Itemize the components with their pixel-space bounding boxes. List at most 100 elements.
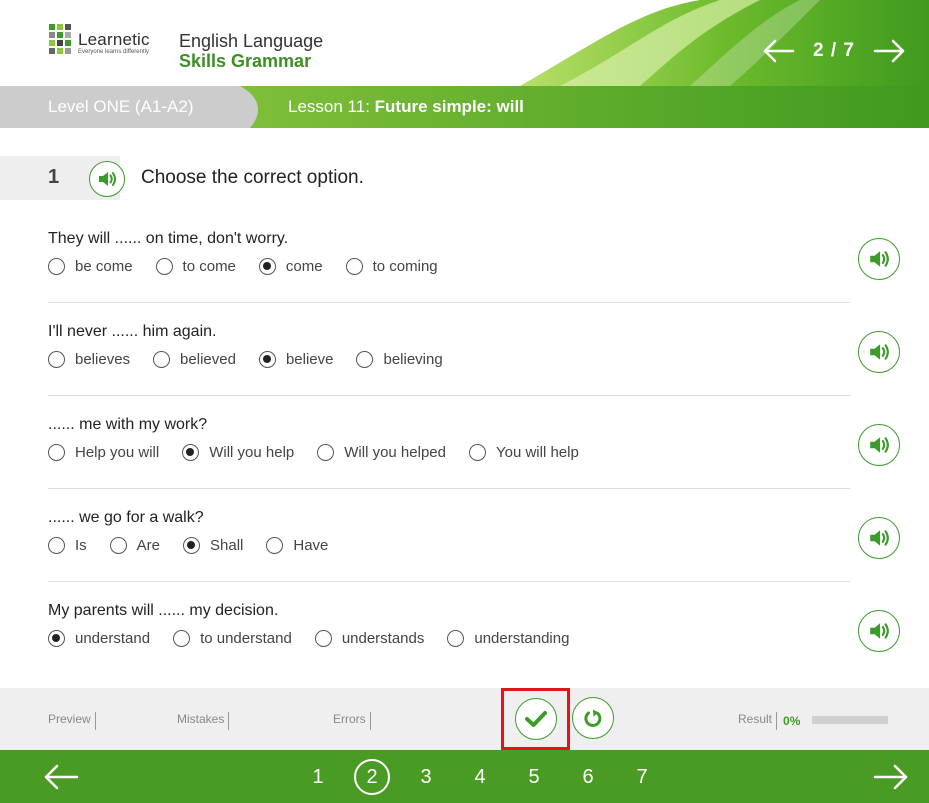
page-number[interactable]: 7 [624,759,660,795]
logo-tagline: Everyone learns differently [78,49,149,55]
radio-unselected[interactable] [314,630,332,647]
radio-unselected[interactable] [48,351,65,368]
lesson-label: Lesson 11: Future simple: will [288,97,524,117]
answer-option[interactable]: understand [48,630,150,647]
answer-option[interactable]: believes [48,351,130,368]
header-prev-arrow-icon[interactable] [761,38,795,64]
option-label: Will you help [209,444,295,461]
radio-selected[interactable] [258,258,276,275]
question-audio-button[interactable] [858,610,900,652]
header-next-arrow-icon[interactable] [873,38,907,64]
mistakes-button[interactable]: Mistakes [177,712,230,730]
radio-selected[interactable] [48,630,65,647]
page-number-current[interactable]: 2 [354,758,390,795]
option-label: understands [341,630,425,647]
answer-option[interactable]: understanding [447,630,569,647]
answer-option[interactable]: believe [258,351,333,368]
option-label: come [285,258,323,275]
lesson-prefix: Lesson 11: [288,97,370,116]
preview-button[interactable]: Preview [48,712,96,730]
exercise-heading: 1 Choose the correct option. [0,156,929,200]
level-label: Level ONE (A1-A2) [48,97,194,116]
checkmark-icon [524,711,547,727]
page-number[interactable]: 6 [570,759,606,795]
check-highlight [501,688,570,750]
reset-button[interactable] [572,697,614,739]
radio-unselected[interactable] [48,537,65,554]
question-row: I'll never ...... him again. believes beli… [0,309,929,402]
answer-option[interactable]: to understand [173,630,292,647]
answer-option[interactable]: You will help [468,444,579,461]
radio-unselected[interactable] [48,444,65,461]
speaker-icon [870,251,889,267]
answer-option[interactable]: understands [314,630,425,647]
radio-unselected[interactable] [468,444,486,461]
answer-option[interactable]: believed [153,351,236,368]
answer-option[interactable]: to coming [345,258,438,275]
speaker-icon [870,530,889,546]
radio-selected[interactable] [258,351,276,368]
answer-option[interactable]: Have [266,537,328,554]
question-audio-button[interactable] [858,517,900,559]
option-label: Have [293,537,329,554]
errors-button[interactable]: Errors [333,712,371,730]
option-label: to coming [372,258,438,275]
radio-unselected[interactable] [447,630,465,647]
question-prompt: ...... we go for a walk? [48,509,204,526]
footer-next-arrow-icon[interactable] [872,763,910,791]
answer-option[interactable]: Help you will [48,444,159,461]
speaker-icon [870,437,889,453]
page-number[interactable]: 4 [462,759,498,795]
answer-options: be come to come come to coming [48,258,461,275]
question-prompt: They will ...... on time, don't worry. [48,230,289,247]
answer-option[interactable]: Is [48,537,87,554]
logo-text: Learnetic [78,30,150,49]
question-divider [48,488,850,489]
questions-list: They will ...... on time, don't worry. be… [0,216,929,681]
question-audio-button[interactable] [858,238,900,280]
course-title: English Language Skills Grammar [179,31,323,71]
answer-option[interactable]: come [258,258,323,275]
page-number[interactable]: 3 [408,759,444,795]
answer-option[interactable]: to come [155,258,236,275]
learnetic-logo: Learnetic Everyone learns differently [48,22,168,66]
answer-option[interactable]: be come [48,258,133,275]
page-numbers: 1234567 [300,750,678,803]
result-value: 0% [783,714,801,728]
answer-option[interactable]: Will you help [182,444,294,461]
answer-option[interactable]: Will you helped [317,444,446,461]
option-label: You will help [495,444,579,461]
option-label: Help you will [75,444,160,461]
question-row: My parents will ...... my decision. under… [0,588,929,681]
radio-selected[interactable] [182,444,200,461]
radio-unselected[interactable] [345,258,363,275]
radio-unselected[interactable] [356,351,374,368]
question-audio-button[interactable] [858,331,900,373]
page-indicator: 2 / 7 [813,40,855,61]
question-audio-button[interactable] [858,424,900,466]
question-prompt: My parents will ...... my decision. [48,602,279,619]
page-number[interactable]: 1 [300,759,336,795]
check-button[interactable] [514,698,557,740]
radio-unselected[interactable] [48,258,65,275]
option-label: Are [136,537,161,554]
page-number[interactable]: 5 [516,759,552,795]
option-label: believing [383,351,443,368]
radio-unselected[interactable] [317,444,335,461]
radio-unselected[interactable] [153,351,171,368]
instruction-audio-button[interactable] [89,161,125,197]
radio-unselected[interactable] [155,258,173,275]
question-divider [48,302,850,303]
answer-option[interactable]: believing [356,351,443,368]
radio-selected[interactable] [183,537,201,554]
exercise-instruction: Choose the correct option. [141,167,364,188]
radio-unselected[interactable] [173,630,191,647]
answer-option[interactable]: Are [109,537,161,554]
footer-prev-arrow-icon[interactable] [42,763,80,791]
result-progress-bar [812,716,889,724]
radio-unselected[interactable] [266,537,284,554]
exercise-number: 1 [48,166,60,188]
radio-unselected[interactable] [109,537,127,554]
speaker-icon [870,623,889,639]
answer-option[interactable]: Shall [183,537,243,554]
